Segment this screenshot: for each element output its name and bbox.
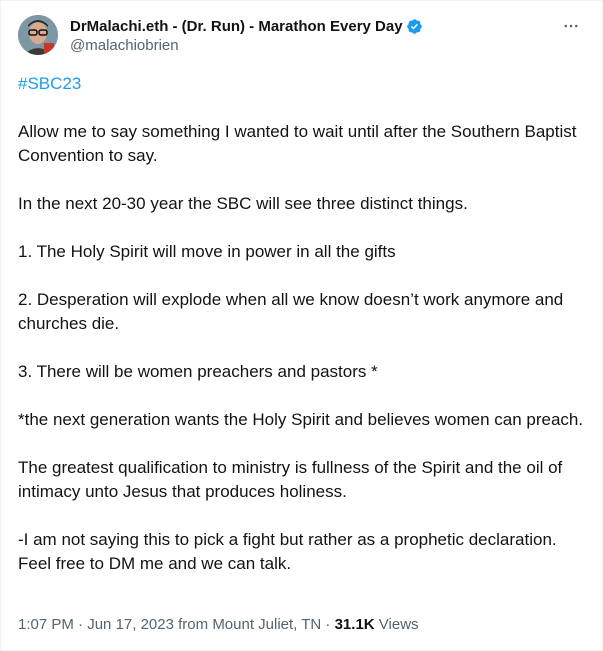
views-count: 31.1K — [334, 616, 375, 633]
tweet-paragraph: -I am not saying this to pick a fight bu… — [18, 530, 557, 573]
tweet-paragraph: *the next generation wants the Holy Spir… — [18, 410, 584, 429]
tweet-meta: 1:07 PM · Jun 17, 2023 from Mount Juliet… — [18, 616, 419, 633]
tweet-paragraph: The greatest qualification to ministry i… — [18, 458, 563, 501]
more-options-icon[interactable] — [560, 15, 582, 37]
tweet-paragraph: 2. Desperation will explode when all we … — [18, 290, 564, 333]
verified-badge-icon — [406, 18, 422, 34]
hashtag-link[interactable]: #SBC23 — [18, 72, 586, 96]
avatar[interactable] — [18, 15, 58, 55]
tweet-header: DrMalachi.eth - (Dr. Run) - Marathon Eve… — [18, 15, 586, 56]
meta-separator: · — [321, 616, 335, 633]
tweet-location: Mount Juliet, TN — [212, 616, 322, 633]
tweet-time-link[interactable]: 1:07 PM — [18, 616, 74, 633]
tweet-paragraph: In the next 20-30 year the SBC will see … — [18, 194, 468, 213]
author-block: DrMalachi.eth - (Dr. Run) - Marathon Eve… — [70, 16, 560, 56]
tweet-paragraph: 3. There will be women preachers and pas… — [18, 362, 378, 381]
tweet-paragraph: Allow me to say something I wanted to wa… — [18, 122, 577, 165]
tweet-date-link[interactable]: Jun 17, 2023 — [87, 616, 174, 633]
tweet-paragraph: 1. The Holy Spirit will move in power in… — [18, 242, 396, 261]
tweet-card: DrMalachi.eth - (Dr. Run) - Marathon Eve… — [0, 0, 603, 651]
views-label: Views — [374, 616, 419, 633]
meta-separator: · — [73, 616, 88, 633]
meta-from-text: from — [173, 616, 213, 633]
tweet-text: #SBC23 Allow me to say something I wante… — [18, 72, 586, 576]
author-handle[interactable]: @malachiobrien — [70, 36, 560, 56]
display-name[interactable]: DrMalachi.eth - (Dr. Run) - Marathon Eve… — [70, 18, 403, 35]
